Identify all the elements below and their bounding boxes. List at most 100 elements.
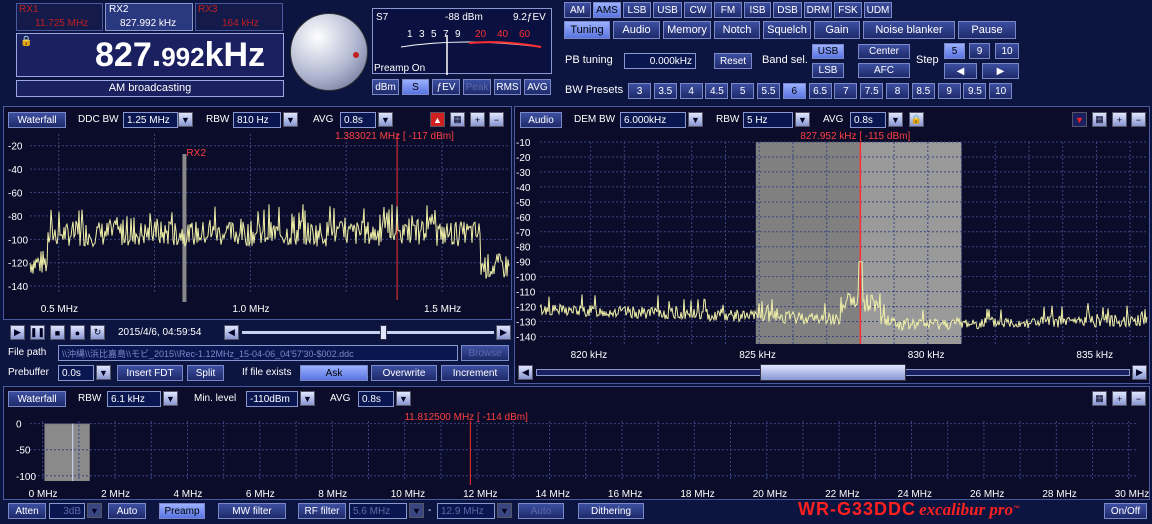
meter-avg-button[interactable]: AVG: [524, 79, 551, 95]
step-10-button[interactable]: 10: [995, 43, 1019, 59]
min-level-select[interactable]: -110dBm: [246, 391, 298, 407]
audio-lock-icon[interactable]: 🔒: [909, 112, 924, 127]
file-path-field[interactable]: \\沖縄\\浜比嘉島\\モビ_2015\\Rec-1.12MHz_15-04-0…: [58, 345, 458, 361]
browse-button[interactable]: Browse: [461, 345, 509, 361]
mode-udm-button[interactable]: UDM: [864, 2, 892, 18]
rx1-selector[interactable]: RX1 11.725 MHz: [16, 3, 103, 31]
play-icon[interactable]: ▶: [10, 325, 25, 340]
wide-rbw-select[interactable]: 6.1 kHz: [107, 391, 161, 407]
wide-zoom-out-icon[interactable]: −: [1131, 391, 1146, 406]
bw-preset-6-button[interactable]: 6: [782, 83, 806, 99]
atten-select[interactable]: 3dB: [49, 503, 85, 519]
step-5-button[interactable]: 5: [944, 43, 965, 59]
meter-fev-button[interactable]: ƒEV: [432, 79, 460, 95]
audio-rbw-select[interactable]: 5 Hz: [743, 112, 793, 128]
ddc-rbw-select[interactable]: 810 Hz: [233, 112, 281, 128]
power-onoff-button[interactable]: On/Off: [1104, 503, 1147, 519]
increment-button[interactable]: Increment: [441, 365, 509, 381]
audio-avg-select[interactable]: 0.8s: [850, 112, 886, 128]
tab-notch[interactable]: Notch: [714, 21, 760, 39]
bw-preset-3-button[interactable]: 3: [628, 83, 651, 99]
atten-auto-button[interactable]: Auto: [108, 503, 146, 519]
bw-preset-5-button[interactable]: 5: [731, 83, 755, 99]
bw-preset-8-5-button[interactable]: 8.5: [911, 83, 935, 99]
split-button[interactable]: Split: [187, 365, 224, 381]
mode-drm-button[interactable]: DRM: [804, 2, 832, 18]
audio-zoom-in-icon[interactable]: +: [1112, 112, 1127, 127]
meter-dbm-button[interactable]: dBm: [372, 79, 399, 95]
mode-lsb-button[interactable]: LSB: [623, 2, 651, 18]
center-button[interactable]: Center: [858, 44, 910, 59]
wide-avg-dropdown-icon[interactable]: ▼: [396, 391, 411, 406]
rf-filter-button[interactable]: RF filter: [298, 503, 346, 519]
band-usb-button[interactable]: USB: [812, 44, 844, 59]
ddc-zoom-out-icon[interactable]: −: [489, 112, 504, 127]
mode-am-button[interactable]: AM: [564, 2, 591, 18]
mode-ams-button[interactable]: AMS: [593, 2, 621, 18]
step-right-button[interactable]: ▶: [982, 63, 1019, 79]
wide-waterfall-button[interactable]: Waterfall: [8, 391, 66, 407]
atten-dropdown-icon[interactable]: ▼: [87, 503, 102, 518]
ddc-save-icon[interactable]: ▦: [450, 112, 465, 127]
audio-peak-hold-icon[interactable]: ▼: [1072, 112, 1087, 127]
bw-preset-4-button[interactable]: 4: [679, 83, 703, 99]
rx2-selector[interactable]: RX2 827.992 kHz: [105, 3, 193, 31]
bw-preset-8-button[interactable]: 8: [886, 83, 909, 99]
seek-thumb[interactable]: [380, 325, 387, 340]
prebuffer-dropdown-icon[interactable]: ▼: [96, 365, 111, 380]
bw-preset-4-5-button[interactable]: 4.5: [705, 83, 729, 99]
audio-scroll-right-icon[interactable]: ▶: [1132, 365, 1147, 380]
bw-preset-7-5-button[interactable]: 7.5: [860, 83, 884, 99]
mode-isb-button[interactable]: ISB: [744, 2, 771, 18]
audio-avg-dropdown-icon[interactable]: ▼: [888, 112, 903, 127]
ddc-bw-select[interactable]: 1.25 MHz: [123, 112, 178, 128]
dem-bw-select[interactable]: 6.000kHz: [620, 112, 686, 128]
seek-right-icon[interactable]: ▶: [496, 325, 511, 340]
bw-preset-10-button[interactable]: 10: [989, 83, 1013, 99]
rf-low-dropdown-icon[interactable]: ▼: [409, 503, 424, 518]
mode-dsb-button[interactable]: DSB: [773, 2, 802, 18]
bw-preset-5-5-button[interactable]: 5.5: [757, 83, 780, 99]
seek-left-icon[interactable]: ◀: [224, 325, 239, 340]
lock-icon[interactable]: 🔒: [20, 36, 32, 47]
ddc-peak-hold-icon[interactable]: ▲: [430, 112, 445, 127]
loop-icon[interactable]: ↻: [90, 325, 105, 340]
preamp-button[interactable]: Preamp: [159, 503, 205, 519]
tab-squelch[interactable]: Squelch: [763, 21, 811, 39]
ddc-avg-select[interactable]: 0.8s: [340, 112, 376, 128]
bw-preset-9-5-button[interactable]: 9.5: [963, 83, 987, 99]
stop-icon[interactable]: ■: [50, 325, 65, 340]
audio-rbw-dropdown-icon[interactable]: ▼: [795, 112, 810, 127]
ddc-avg-dropdown-icon[interactable]: ▼: [378, 112, 393, 127]
min-level-dropdown-icon[interactable]: ▼: [300, 391, 315, 406]
audio-button[interactable]: Audio: [520, 112, 562, 128]
dithering-button[interactable]: Dithering: [578, 503, 644, 519]
bw-preset-3-5-button[interactable]: 3.5: [653, 83, 677, 99]
meter-peak-button[interactable]: Peak: [463, 79, 491, 95]
rf-filter-low-select[interactable]: 5.6 MHz: [349, 503, 407, 519]
rf-filter-high-select[interactable]: 12.9 MHz: [437, 503, 495, 519]
atten-button[interactable]: Atten: [8, 503, 46, 519]
wide-save-icon[interactable]: ▦: [1092, 391, 1107, 406]
mode-fsk-button[interactable]: FSK: [834, 2, 862, 18]
audio-zoom-out-icon[interactable]: −: [1131, 112, 1146, 127]
seek-track[interactable]: [242, 331, 494, 334]
dem-bw-dropdown-icon[interactable]: ▼: [688, 112, 703, 127]
rx3-selector[interactable]: RX3 164 kHz: [195, 3, 283, 31]
tab-tuning[interactable]: Tuning: [564, 21, 610, 39]
ddc-waterfall-button[interactable]: Waterfall: [8, 112, 66, 128]
mode-fm-button[interactable]: FM: [714, 2, 742, 18]
overwrite-button[interactable]: Overwrite: [371, 365, 437, 381]
prebuffer-select[interactable]: 0.0s: [58, 365, 94, 381]
rf-auto-button[interactable]: Auto: [518, 503, 564, 519]
audio-save-icon[interactable]: ▦: [1092, 112, 1107, 127]
pb-tuning-input[interactable]: 0.000kHz: [624, 53, 696, 69]
ddc-zoom-in-icon[interactable]: +: [470, 112, 485, 127]
ask-button[interactable]: Ask: [300, 365, 368, 381]
frequency-display[interactable]: 🔒 827.992kHz: [16, 33, 284, 77]
rf-high-dropdown-icon[interactable]: ▼: [497, 503, 512, 518]
afc-button[interactable]: AFC: [858, 63, 910, 78]
audio-scroll-left-icon[interactable]: ◀: [518, 365, 533, 380]
mode-usb-button[interactable]: USB: [653, 2, 682, 18]
pb-reset-button[interactable]: Reset: [714, 53, 752, 69]
